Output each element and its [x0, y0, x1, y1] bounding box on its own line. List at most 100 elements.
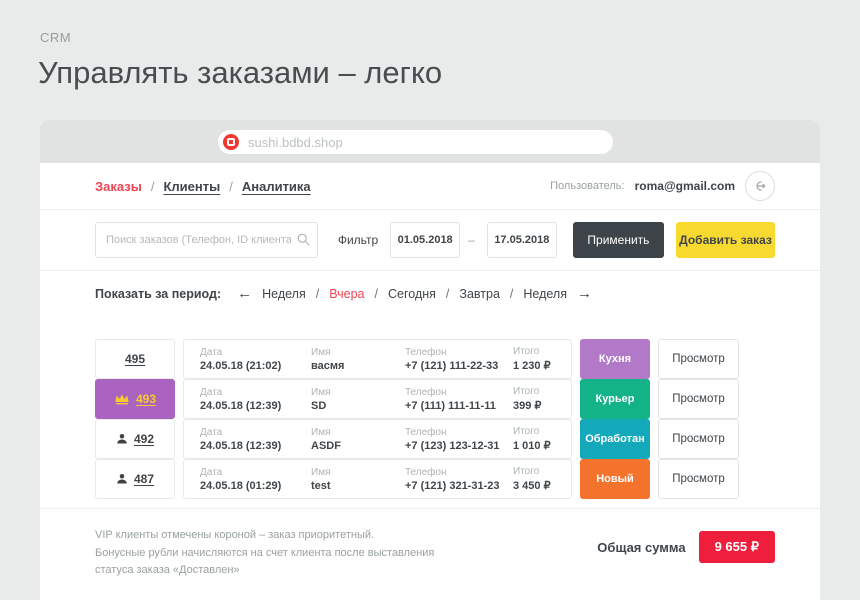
client-phone: Телефон+7 (123) 123-12-31	[405, 427, 513, 452]
site-url: sushi.bdbd.shop	[248, 135, 343, 150]
nav-tab-orders[interactable]: Заказы	[95, 179, 142, 194]
order-info-cell: Дата24.05.18 (21:02)Имя васмяТелефон +7 (1…	[183, 339, 572, 379]
period-row: Показать за период: ← Неделя / Вчера / С…	[40, 271, 820, 316]
order-date-value: 24.05.18 (21:02)	[200, 360, 311, 372]
status-badge[interactable]: Кухня	[580, 339, 650, 379]
total-area: Общая сумма 9 655 ₽	[597, 531, 775, 563]
order-info-cell: Дата 24.05.18 (12:39)Имя ASDFТелефон+7 (12…	[183, 419, 572, 459]
user-email: roma@gmail.com	[635, 179, 735, 193]
client-phone-label: Телефон	[405, 467, 513, 478]
period-separator: /	[446, 287, 449, 301]
order-date-value: 24.05.18 (01:29)	[200, 480, 311, 492]
order-id-cell[interactable]: 495	[95, 339, 175, 379]
user-area: Пользователь: roma@gmail.com	[550, 171, 775, 201]
order-total-value: 3 450 ₽	[513, 479, 571, 492]
order-id-link[interactable]: 495	[125, 352, 145, 366]
table-row: 487 Дата 24.05.18 (01:29)Имя testТелефон +7 …	[95, 459, 775, 499]
client-name-value: ASDF	[311, 440, 405, 452]
period-separator: /	[510, 287, 513, 301]
order-date: Дата 24.05.18 (01:29)	[200, 467, 311, 492]
client-phone-value: +7 (123) 123-12-31	[405, 440, 513, 452]
client-name-label: Имя	[311, 467, 405, 478]
crm-panel: Заказы / Клиенты / Аналитика Пользовател…	[40, 163, 820, 600]
client-name-value: васмя	[311, 360, 405, 372]
client-name-label: Имя	[311, 347, 405, 358]
address-bar[interactable]: sushi.bdbd.shop	[218, 130, 613, 154]
crown-icon	[114, 393, 130, 405]
order-date: Дата24.05.18 (21:02)	[200, 347, 311, 372]
bonus-note: Бонусные рубли начисляются на счет клиен…	[95, 545, 445, 580]
order-total: Итого 1 230 ₽	[513, 346, 571, 372]
search-wrap	[95, 222, 318, 258]
order-date: Дата24.05.18 (12:39)	[200, 387, 311, 412]
order-total-value: 1 230 ₽	[513, 359, 571, 372]
nav-tab-clients[interactable]: Клиенты	[163, 179, 220, 194]
order-info-cell: Дата 24.05.18 (01:29)Имя testТелефон +7 (12…	[183, 459, 572, 499]
client-name-label: Имя	[311, 427, 405, 438]
order-total-value: 399 ₽	[513, 399, 571, 412]
client-name-value: test	[311, 480, 405, 492]
view-button[interactable]: Просмотр	[658, 419, 739, 459]
app-label: CRM	[40, 30, 71, 45]
order-id-cell[interactable]: 487	[95, 459, 175, 499]
date-from-input[interactable]	[390, 222, 460, 258]
order-date-label: Дата	[200, 427, 311, 438]
page-title: Управлять заказами – легко	[38, 55, 442, 91]
client-phone-value: +7 (121) 111-22-33	[405, 360, 513, 372]
search-input[interactable]	[95, 222, 318, 258]
period-label: Показать за период:	[95, 287, 221, 301]
orders-table: 495Дата24.05.18 (21:02)ИмявасмяТелефон+7…	[40, 339, 820, 499]
period-week-back[interactable]: Неделя	[262, 287, 306, 301]
browser-chrome-strip: sushi.bdbd.shop	[40, 120, 820, 163]
period-week-forward[interactable]: Неделя	[523, 287, 567, 301]
person-icon	[116, 473, 128, 485]
client-phone-value: +7 (121) 321-31-23	[405, 480, 513, 492]
period-today[interactable]: Сегодня	[388, 287, 436, 301]
client-phone-label: Телефон	[405, 347, 513, 358]
person-icon	[116, 433, 128, 445]
order-id-cell[interactable]: 493	[95, 379, 175, 419]
order-date-label: Дата	[200, 467, 311, 478]
period-yesterday[interactable]: Вчера	[329, 287, 364, 301]
client-name-value: SD	[311, 400, 405, 412]
table-row: 492 Дата 24.05.18 (12:39)Имя ASDFТелефон+7 …	[95, 419, 775, 459]
footer: VIP клиенты отмечены короной – заказ при…	[40, 508, 820, 580]
view-button[interactable]: Просмотр	[658, 379, 739, 419]
status-badge[interactable]: Новый	[580, 459, 650, 499]
order-id-link[interactable]: 492	[134, 432, 154, 446]
client-phone-value: +7 (111) 111-11-11	[405, 400, 513, 412]
period-separator: /	[375, 287, 378, 301]
logout-button[interactable]	[745, 171, 775, 201]
status-badge[interactable]: Обработан	[580, 419, 650, 459]
view-button[interactable]: Просмотр	[658, 459, 739, 499]
site-logo-icon	[223, 134, 239, 150]
order-date-value: 24.05.18 (12:39)	[200, 440, 311, 452]
vip-note: VIP клиенты отмечены короной – заказ при…	[95, 527, 445, 545]
client-phone: Телефон+7 (111) 111-11-11	[405, 387, 513, 412]
add-order-button[interactable]: Добавить заказ	[676, 222, 775, 258]
client-phone: Телефон +7 (121) 321-31-23	[405, 467, 513, 492]
order-total-label: Итого	[513, 426, 571, 437]
order-id-link[interactable]: 487	[134, 472, 154, 486]
order-total-label: Итого	[513, 386, 571, 397]
order-id-link[interactable]: 493	[136, 392, 156, 406]
filter-row: Фильтр – Применить Добавить заказ	[40, 210, 820, 271]
status-badge[interactable]: Курьер	[580, 379, 650, 419]
client-name: Имя васмя	[311, 347, 405, 372]
order-total-label: Итого	[513, 346, 571, 357]
date-to-input[interactable]	[487, 222, 557, 258]
period-tomorrow[interactable]: Завтра	[459, 287, 500, 301]
view-button[interactable]: Просмотр	[658, 339, 739, 379]
client-name: Имя ASDF	[311, 427, 405, 452]
arrow-left-icon[interactable]: ←	[237, 286, 252, 301]
nav-separator: /	[151, 179, 155, 194]
search-icon	[296, 232, 311, 252]
apply-button[interactable]: Применить	[573, 222, 664, 258]
order-info-cell: Дата24.05.18 (12:39)ИмяSDТелефон+7 (111)…	[183, 379, 572, 419]
nav-tab-analytics[interactable]: Аналитика	[242, 179, 311, 194]
order-date: Дата 24.05.18 (12:39)	[200, 427, 311, 452]
main-nav: Заказы / Клиенты / Аналитика	[95, 179, 311, 194]
arrow-right-icon[interactable]: →	[577, 286, 592, 301]
table-row: 495 Дата24.05.18 (21:02)Имя васмяТелефон +7…	[95, 339, 775, 379]
order-id-cell[interactable]: 492	[95, 419, 175, 459]
